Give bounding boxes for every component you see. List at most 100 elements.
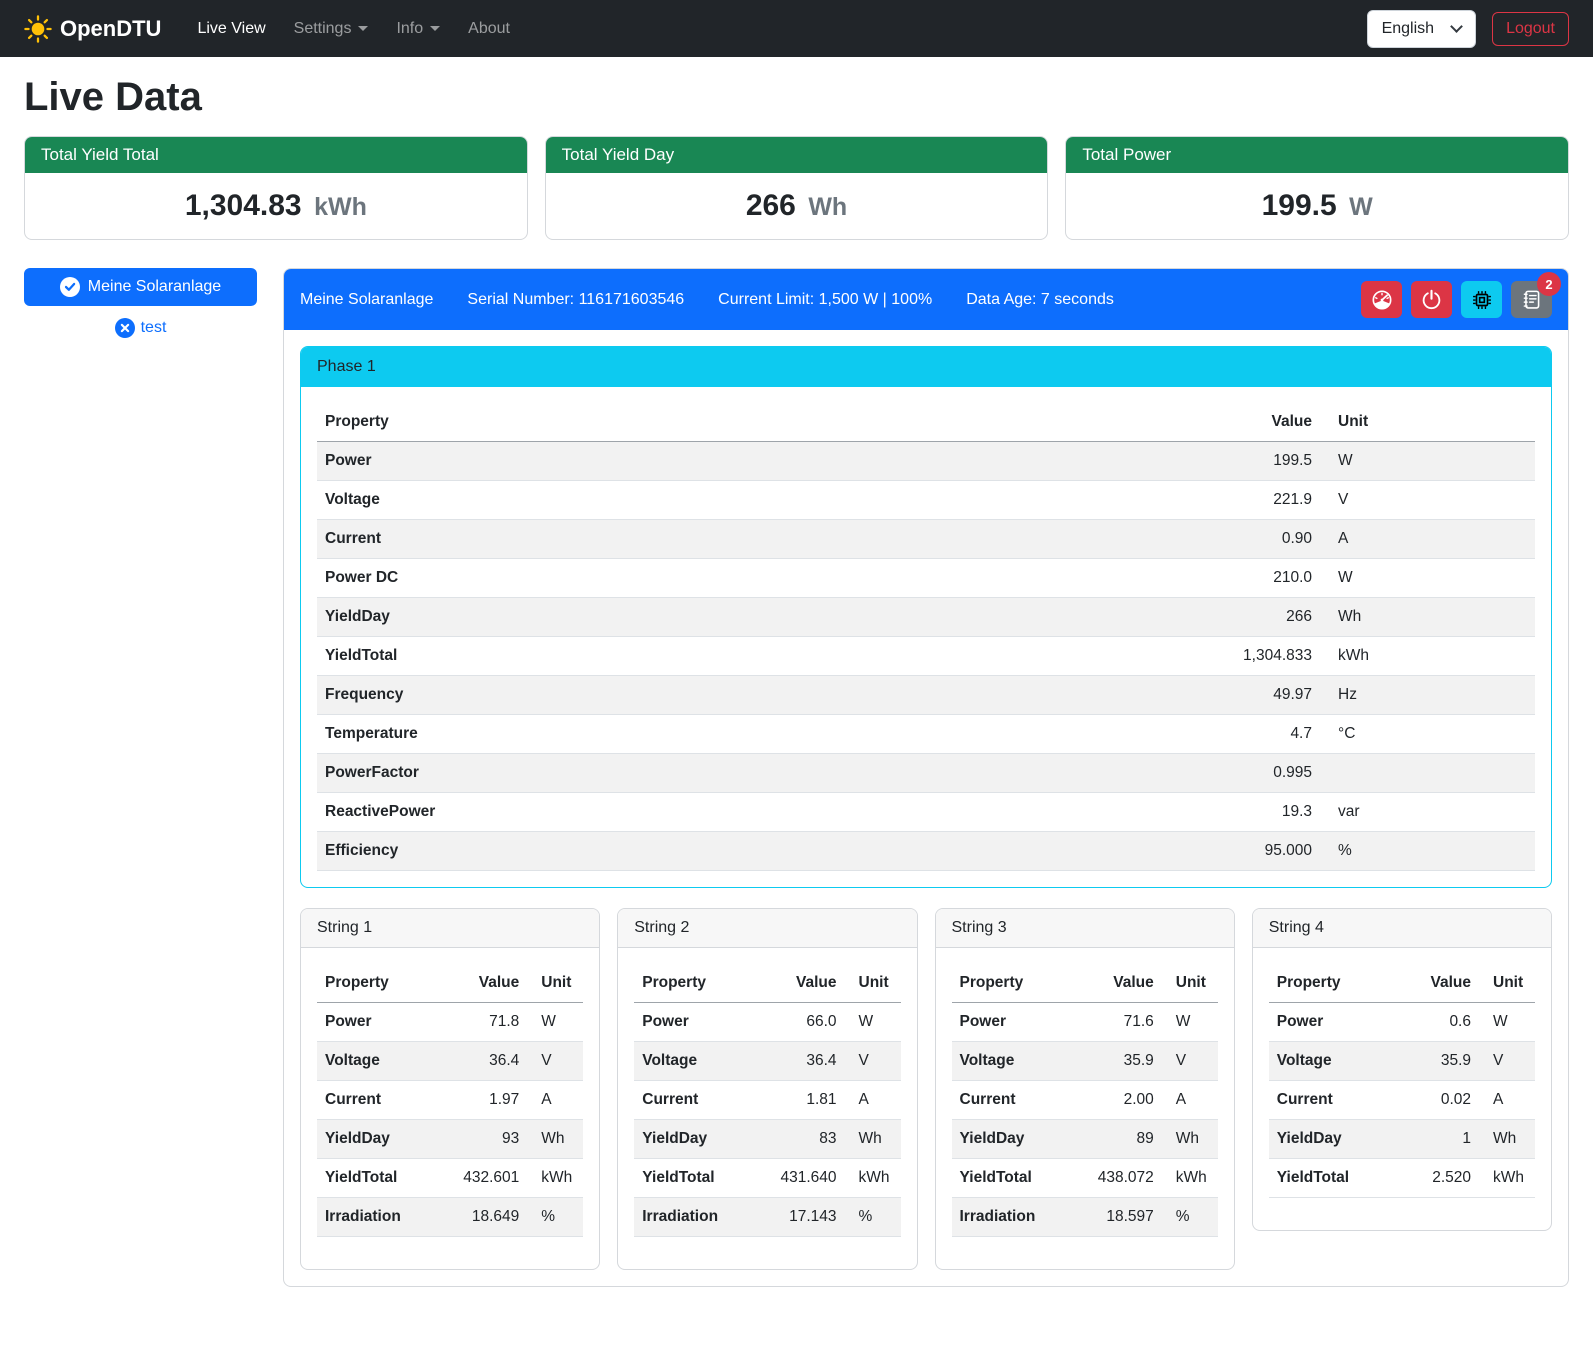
logout-button[interactable]: Logout xyxy=(1492,12,1569,46)
property-cell: Current xyxy=(317,520,917,559)
property-cell: PowerFactor xyxy=(317,754,917,793)
unit-cell: °C xyxy=(1320,715,1535,754)
column-property: Property xyxy=(634,964,752,1003)
string-card-title: String 4 xyxy=(1253,909,1551,948)
nav-live-view[interactable]: Live View xyxy=(183,12,279,46)
value-cell: 71.8 xyxy=(435,1003,527,1042)
property-cell: Power xyxy=(317,442,917,481)
unit-cell: kWh xyxy=(845,1159,901,1198)
phase-panel: Phase 1 Property Value Unit Power199.5WV… xyxy=(300,346,1552,888)
page-title: Live Data xyxy=(24,75,1569,120)
string-table: Property Value Unit Power71.8WVoltage36.… xyxy=(317,964,583,1237)
table-row: YieldDay1Wh xyxy=(1269,1120,1535,1159)
unit-cell: V xyxy=(845,1042,901,1081)
speedometer-icon xyxy=(1371,289,1393,311)
nav-settings[interactable]: Settings xyxy=(280,12,383,46)
value-cell: 432.601 xyxy=(435,1159,527,1198)
unit-cell: W xyxy=(1320,559,1535,598)
event-log-button[interactable]: 2 xyxy=(1511,281,1552,318)
inverter-limit: Current Limit: 1,500 W | 100% xyxy=(718,291,932,309)
string-card: String 2 Property Value Unit Power66.0WV… xyxy=(617,908,917,1270)
navbar: OpenDTU Live View Settings Info About En… xyxy=(0,0,1593,57)
power-settings-button[interactable] xyxy=(1411,281,1452,318)
language-select[interactable]: English xyxy=(1367,10,1476,48)
table-row: YieldTotal1,304.833kWh xyxy=(317,637,1535,676)
brand-link[interactable]: OpenDTU xyxy=(24,15,161,43)
property-cell: Power xyxy=(317,1003,435,1042)
inverter-select-label: Meine Solaranlage xyxy=(88,278,221,296)
table-row: Power0.6W xyxy=(1269,1003,1535,1042)
value-cell: 36.4 xyxy=(435,1042,527,1081)
property-cell: Efficiency xyxy=(317,832,917,871)
unit-cell: Hz xyxy=(1320,676,1535,715)
property-cell: ReactivePower xyxy=(317,793,917,832)
property-cell: Power DC xyxy=(317,559,917,598)
value-cell: 2.00 xyxy=(1069,1081,1161,1120)
table-row: Efficiency95.000% xyxy=(317,832,1535,871)
property-cell: YieldTotal xyxy=(1269,1159,1397,1198)
limit-settings-button[interactable] xyxy=(1361,281,1402,318)
property-cell: Voltage xyxy=(317,1042,435,1081)
total-yield-day-card: Total Yield Day 266 Wh xyxy=(545,136,1049,240)
table-row: Power DC210.0W xyxy=(317,559,1535,598)
unit-cell: % xyxy=(1162,1198,1218,1237)
unit-cell: Wh xyxy=(1162,1120,1218,1159)
unit-cell: A xyxy=(1479,1081,1535,1120)
table-row: Irradiation18.649% xyxy=(317,1198,583,1237)
table-row: Voltage36.4V xyxy=(317,1042,583,1081)
value-cell: 71.6 xyxy=(1069,1003,1161,1042)
table-row: ReactivePower19.3var xyxy=(317,793,1535,832)
nav-about[interactable]: About xyxy=(454,12,524,46)
column-property: Property xyxy=(952,964,1070,1003)
total-yield-total-card: Total Yield Total 1,304.83 kWh xyxy=(24,136,528,240)
value-cell: 17.143 xyxy=(752,1198,844,1237)
value-cell: 35.9 xyxy=(1069,1042,1161,1081)
value-cell: 66.0 xyxy=(752,1003,844,1042)
unit-cell: W xyxy=(527,1003,583,1042)
chevron-down-icon xyxy=(358,26,368,31)
column-value: Value xyxy=(917,403,1320,442)
strings-row: String 1 Property Value Unit Power71.8WV… xyxy=(300,908,1552,1270)
table-row: Irradiation18.597% xyxy=(952,1198,1218,1237)
table-row: Voltage35.9V xyxy=(952,1042,1218,1081)
property-cell: Temperature xyxy=(317,715,917,754)
nav-info[interactable]: Info xyxy=(382,12,454,46)
total-power-card: Total Power 199.5 W xyxy=(1065,136,1569,240)
unit-cell: % xyxy=(1320,832,1535,871)
property-cell: Power xyxy=(634,1003,752,1042)
table-row: Current1.81A xyxy=(634,1081,900,1120)
chevron-down-icon xyxy=(430,26,440,31)
column-value: Value xyxy=(1069,964,1161,1003)
unit-cell: W xyxy=(1162,1003,1218,1042)
inverter-serial: Serial Number: 116171603546 xyxy=(467,291,684,309)
card-unit: W xyxy=(1349,193,1373,221)
inverter-data-age: Data Age: 7 seconds xyxy=(966,291,1114,309)
unit-cell: W xyxy=(1320,442,1535,481)
value-cell: 19.3 xyxy=(917,793,1320,832)
property-cell: Power xyxy=(1269,1003,1397,1042)
string-card-title: String 1 xyxy=(301,909,599,948)
string-card-title: String 3 xyxy=(936,909,1234,948)
column-value: Value xyxy=(1397,964,1479,1003)
table-row: Power71.6W xyxy=(952,1003,1218,1042)
value-cell: 199.5 xyxy=(917,442,1320,481)
card-value: 266 xyxy=(746,189,796,222)
unit-cell: kWh xyxy=(1162,1159,1218,1198)
value-cell: 95.000 xyxy=(917,832,1320,871)
table-row: YieldDay266Wh xyxy=(317,598,1535,637)
value-cell: 1 xyxy=(1397,1120,1479,1159)
device-info-button[interactable] xyxy=(1461,281,1502,318)
inverter-select-button[interactable]: Meine Solaranlage xyxy=(24,268,257,306)
unit-cell: Wh xyxy=(527,1120,583,1159)
inverter-list-item-test[interactable]: test xyxy=(24,318,257,338)
table-row: YieldTotal438.072kWh xyxy=(952,1159,1218,1198)
value-cell: 18.597 xyxy=(1069,1198,1161,1237)
unit-cell: W xyxy=(845,1003,901,1042)
property-cell: Irradiation xyxy=(317,1198,435,1237)
value-cell: 36.4 xyxy=(752,1042,844,1081)
sun-icon xyxy=(24,15,52,43)
unit-cell: V xyxy=(1320,481,1535,520)
nav-settings-label: Settings xyxy=(294,20,352,38)
string-card-title: String 2 xyxy=(618,909,916,948)
brand-label: OpenDTU xyxy=(60,16,161,42)
